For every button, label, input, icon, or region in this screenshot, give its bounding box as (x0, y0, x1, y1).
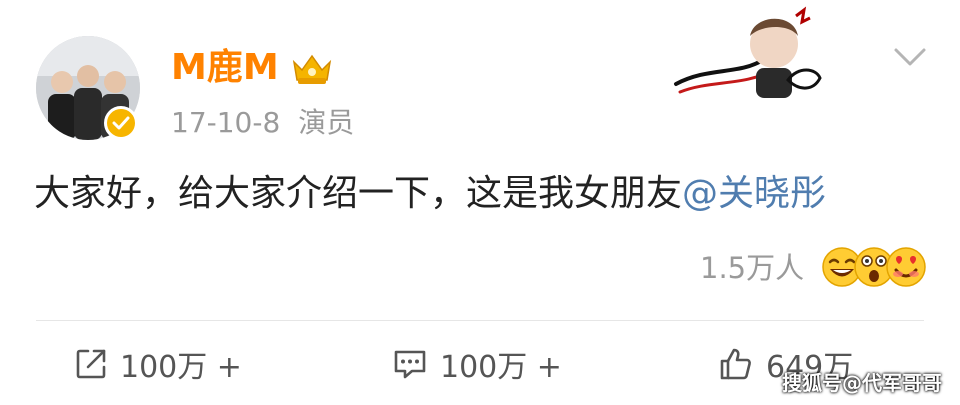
reaction-emojis[interactable] (820, 246, 928, 288)
thumbs-up-icon (720, 348, 751, 380)
watermark: 搜狐号@代军哥哥 (782, 371, 942, 395)
repost-button[interactable]: 100万 + (74, 342, 242, 386)
heart-eyes-emoji-icon (886, 247, 926, 287)
profile-card-art[interactable] (670, 6, 830, 102)
post-source: 演员 (298, 106, 355, 139)
mention-link[interactable]: @关晓彤 (682, 173, 826, 214)
comment-button[interactable]: 100万 + (392, 342, 562, 386)
repost-count: 100万 + (120, 350, 242, 385)
post-meta: 17-10-8 演员 (171, 105, 354, 141)
post-text: 大家好，给大家介绍一下，这是我女朋友@关晓彤 (34, 168, 826, 220)
repost-icon (76, 349, 106, 379)
comment-icon (394, 350, 426, 379)
username[interactable]: M鹿M (171, 46, 279, 90)
post-text-main: 大家好，给大家介绍一下，这是我女朋友 (34, 173, 683, 214)
comment-count: 100万 + (440, 350, 562, 385)
post-date[interactable]: 17-10-8 (171, 106, 280, 139)
chevron-down-icon[interactable] (890, 42, 930, 72)
divider (36, 320, 924, 321)
crown-vip-icon[interactable] (290, 52, 334, 86)
likes-count[interactable]: 1.5万人 (700, 248, 804, 288)
verified-badge-icon (104, 106, 138, 140)
